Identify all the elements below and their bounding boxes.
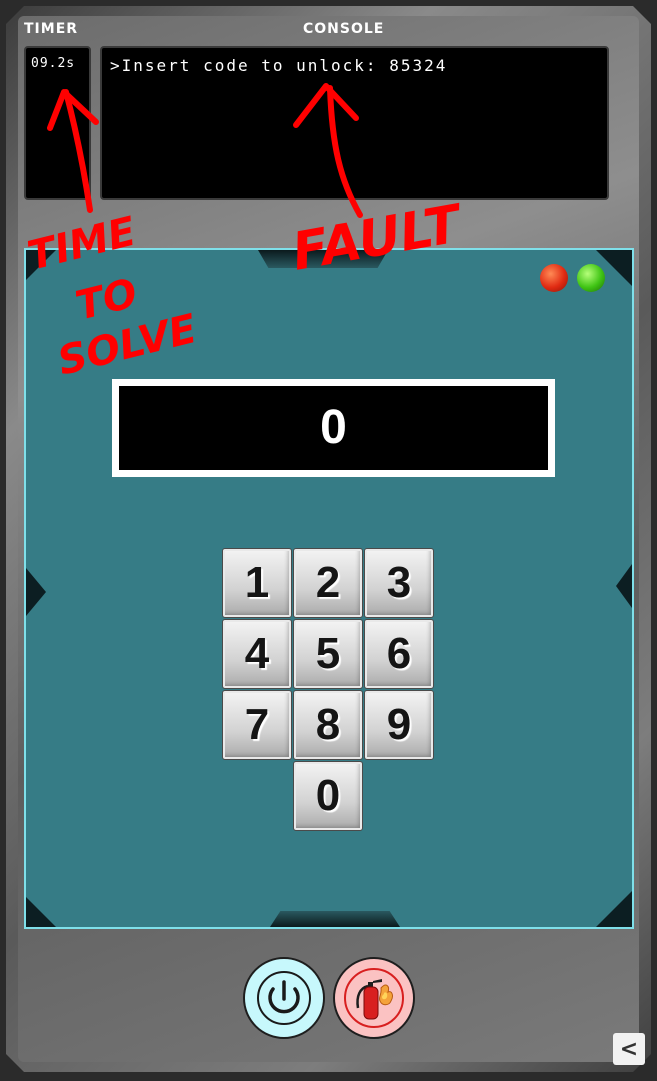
key-2[interactable]: 2 (293, 548, 363, 618)
timer-value: 09.2s (31, 56, 76, 71)
panel-corner (26, 897, 56, 927)
console-text: >Insert code to unlock: 85324 (110, 56, 448, 75)
back-button[interactable]: < (613, 1033, 645, 1065)
key-3[interactable]: 3 (364, 548, 434, 618)
code-display: 0 (112, 379, 555, 477)
power-button[interactable] (243, 957, 325, 1039)
panel-corner (596, 891, 632, 927)
fire-extinguisher-button[interactable] (333, 957, 415, 1039)
key-7[interactable]: 7 (222, 690, 292, 760)
key-6[interactable]: 6 (364, 619, 434, 689)
panel-right-notch (616, 564, 632, 608)
key-8[interactable]: 8 (293, 690, 363, 760)
code-display-value: 0 (320, 401, 347, 454)
timer-screen: 09.2s (24, 46, 91, 200)
panel-bottom-notch (270, 911, 400, 927)
panel-corner (26, 250, 56, 280)
key-5[interactable]: 5 (293, 619, 363, 689)
power-icon (257, 971, 311, 1025)
console-label: CONSOLE (303, 21, 385, 37)
panel-top-notch (258, 250, 388, 268)
panel-left-notch (26, 568, 46, 616)
console-screen: >Insert code to unlock: 85324 (100, 46, 609, 200)
key-4[interactable]: 4 (222, 619, 292, 689)
key-9[interactable]: 9 (364, 690, 434, 760)
red-indicator-light (540, 264, 568, 292)
key-1[interactable]: 1 (222, 548, 292, 618)
key-0[interactable]: 0 (293, 761, 363, 831)
timer-label: TIMER (24, 21, 79, 37)
green-indicator-light (577, 264, 605, 292)
fire-extinguisher-icon (344, 968, 404, 1028)
